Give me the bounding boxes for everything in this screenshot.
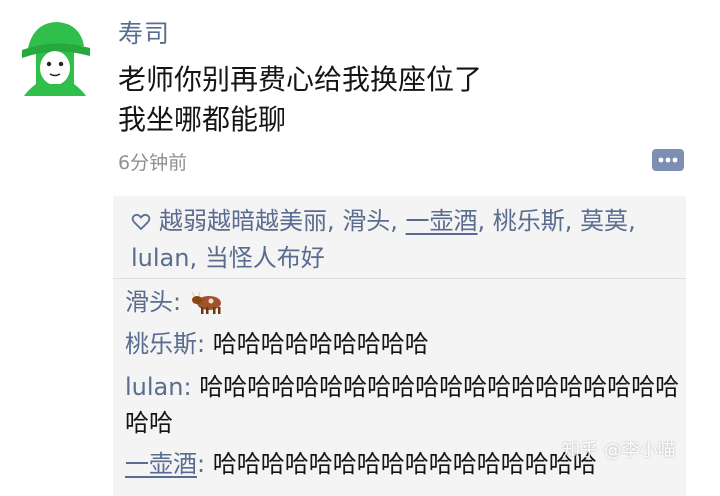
post-line-2: 我坐哪都能聊 xyxy=(118,103,287,136)
divider xyxy=(113,278,686,279)
author-name[interactable]: 寿司 xyxy=(118,14,170,50)
like-user[interactable]: 当怪人布好 xyxy=(205,244,325,272)
cow-icon xyxy=(191,289,225,315)
like-user[interactable]: 滑头 xyxy=(342,207,390,235)
comment-text: 哈哈哈哈哈哈哈哈哈 xyxy=(212,330,429,358)
like-user[interactable]: 越弱越暗越美丽 xyxy=(159,207,327,235)
comment-author[interactable]: lulan xyxy=(125,373,183,401)
heart-outline-icon xyxy=(131,207,155,241)
comment-author[interactable]: 滑头 xyxy=(125,288,173,316)
comment-author[interactable]: 一壶酒 xyxy=(125,450,197,478)
comment-row[interactable]: lulan: 哈哈哈哈哈哈哈哈哈哈哈哈哈哈哈哈哈哈哈哈哈哈 xyxy=(125,369,680,441)
like-user[interactable]: 一壶酒 xyxy=(406,207,478,235)
like-user[interactable]: 莫莫 xyxy=(580,207,628,235)
comment-button[interactable] xyxy=(651,148,685,174)
comment-text: 哈哈哈哈哈哈哈哈哈哈哈哈哈哈哈哈哈哈哈哈哈哈 xyxy=(125,373,680,437)
comment-text: 哈哈哈哈哈哈哈哈哈哈哈哈哈哈哈哈 xyxy=(212,450,597,478)
green-hat-avatar-icon xyxy=(14,14,96,96)
post-text: 老师你别再费心给我换座位了 我坐哪都能聊 xyxy=(118,60,678,140)
avatar[interactable] xyxy=(14,14,96,96)
comment-row[interactable]: 滑头: xyxy=(125,284,680,320)
comment-author[interactable]: 桃乐斯 xyxy=(125,330,197,358)
comment-row[interactable]: 桃乐斯: 哈哈哈哈哈哈哈哈哈 xyxy=(125,326,680,362)
post-time: 6分钟前 xyxy=(118,152,188,174)
post-line-1: 老师你别再费心给我换座位了 xyxy=(118,63,483,96)
like-user[interactable]: 桃乐斯 xyxy=(493,207,565,235)
watermark: 知乎 @李小喵 xyxy=(562,440,676,461)
comment-bubble-icon xyxy=(652,149,684,171)
like-user[interactable]: lulan xyxy=(131,244,189,272)
likes-list: 越弱越暗越美丽, 滑头, 一壶酒, 桃乐斯, 莫莫, lulan, 当怪人布好 xyxy=(131,207,636,272)
